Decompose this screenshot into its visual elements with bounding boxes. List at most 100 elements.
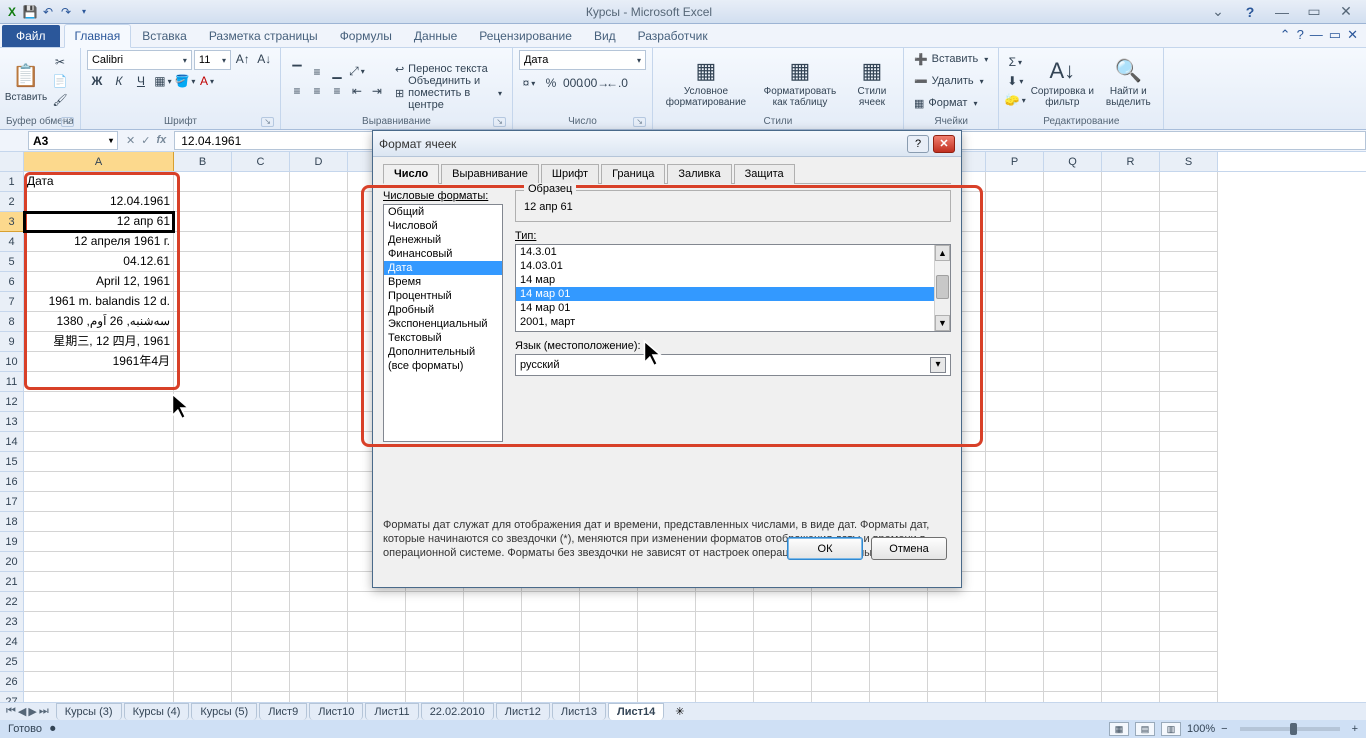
cell[interactable] (232, 352, 290, 372)
row-header[interactable]: 21 (0, 572, 23, 592)
cell[interactable] (928, 632, 986, 652)
cell[interactable] (1160, 192, 1218, 212)
cell[interactable] (174, 632, 232, 652)
category-item[interactable]: Денежный (384, 233, 502, 247)
cell[interactable] (1102, 332, 1160, 352)
cell[interactable] (290, 532, 348, 552)
cell[interactable] (928, 612, 986, 632)
cancel-entry-icon[interactable]: ✕ (126, 134, 135, 147)
minimize-ribbon-icon[interactable]: ⌄ (1206, 3, 1230, 20)
cell[interactable]: سه‌شنبه, 26 اَوم, 1380 (24, 312, 174, 332)
cell[interactable] (696, 652, 754, 672)
cell[interactable] (1044, 312, 1102, 332)
cell[interactable] (290, 612, 348, 632)
cell[interactable] (290, 652, 348, 672)
cell[interactable] (928, 672, 986, 692)
undo-icon[interactable]: ↶ (40, 4, 56, 20)
cell[interactable] (406, 652, 464, 672)
category-item[interactable]: (все форматы) (384, 359, 502, 373)
cell[interactable] (174, 612, 232, 632)
cell[interactable] (638, 612, 696, 632)
category-item[interactable]: Дата (384, 261, 502, 275)
cell[interactable] (1160, 612, 1218, 632)
sort-filter-button[interactable]: A↓ Сортировка и фильтр (1029, 54, 1095, 108)
cell[interactable] (174, 232, 232, 252)
row-header[interactable]: 18 (0, 512, 23, 532)
tab-home[interactable]: Главная (64, 24, 132, 48)
type-item[interactable]: 14.03.01 (516, 259, 950, 273)
ribbon-min-icon[interactable]: ⌃ (1280, 27, 1291, 43)
cell[interactable] (232, 652, 290, 672)
cell[interactable] (290, 472, 348, 492)
formatpainter-icon[interactable]: 🖌 (50, 91, 70, 109)
cell[interactable] (290, 452, 348, 472)
cell[interactable] (1160, 492, 1218, 512)
sheet-tab[interactable]: Курсы (4) (124, 703, 190, 720)
cell[interactable] (638, 592, 696, 612)
cell[interactable] (232, 172, 290, 192)
delete-cells-button[interactable]: ➖Удалить (910, 71, 992, 91)
bold-icon[interactable]: Ж (87, 72, 107, 90)
cell[interactable] (638, 672, 696, 692)
cell[interactable] (812, 612, 870, 632)
ribbon-opt-icon[interactable]: — (1310, 27, 1323, 43)
cell[interactable] (986, 592, 1044, 612)
cell[interactable] (290, 672, 348, 692)
cell[interactable] (24, 592, 174, 612)
category-item[interactable]: Числовой (384, 219, 502, 233)
cell[interactable] (348, 672, 406, 692)
close-icon[interactable]: ✕ (1334, 3, 1358, 20)
cell[interactable]: 12.04.1961 (24, 192, 174, 212)
column-header[interactable]: S (1160, 152, 1218, 171)
row-header[interactable]: 6 (0, 272, 23, 292)
row-header[interactable]: 5 (0, 252, 23, 272)
cell[interactable] (232, 592, 290, 612)
cell[interactable] (174, 332, 232, 352)
cell[interactable] (986, 212, 1044, 232)
scroll-up-icon[interactable]: ▲ (935, 245, 950, 261)
cell[interactable] (406, 612, 464, 632)
category-item[interactable]: Дробный (384, 303, 502, 317)
row-header[interactable]: 22 (0, 592, 23, 612)
font-color-icon[interactable]: A (197, 72, 217, 90)
cell[interactable] (1102, 392, 1160, 412)
cell[interactable] (1102, 552, 1160, 572)
cell[interactable] (1102, 632, 1160, 652)
sheet-tab[interactable]: Лист14 (608, 703, 664, 720)
row-header[interactable]: 13 (0, 412, 23, 432)
cell[interactable] (348, 612, 406, 632)
cell[interactable] (174, 412, 232, 432)
cell[interactable] (464, 632, 522, 652)
zoom-in-icon[interactable]: + (1352, 723, 1358, 735)
ribbon-win-icon[interactable]: ▭ (1329, 27, 1341, 43)
type-item[interactable]: 14 мар (516, 273, 950, 287)
sheet-tab[interactable]: Лист9 (259, 703, 307, 720)
indent-inc-icon[interactable]: ⇥ (367, 82, 387, 100)
fill-color-icon[interactable]: 🪣 (175, 72, 195, 90)
cell[interactable] (174, 372, 232, 392)
cell[interactable] (638, 652, 696, 672)
cell[interactable] (24, 412, 174, 432)
cell[interactable] (1044, 492, 1102, 512)
cell[interactable] (348, 632, 406, 652)
cell[interactable] (870, 652, 928, 672)
cell[interactable] (696, 592, 754, 612)
cell[interactable] (290, 552, 348, 572)
cut-icon[interactable]: ✂ (50, 53, 70, 71)
cell[interactable] (232, 432, 290, 452)
cell[interactable] (580, 632, 638, 652)
cell[interactable] (464, 592, 522, 612)
cell[interactable] (522, 632, 580, 652)
cell[interactable] (290, 232, 348, 252)
cell[interactable] (174, 212, 232, 232)
cell[interactable] (174, 432, 232, 452)
cell[interactable] (232, 412, 290, 432)
grow-font-icon[interactable]: A↑ (233, 50, 252, 68)
row-header[interactable]: 19 (0, 532, 23, 552)
cell[interactable] (232, 212, 290, 232)
row-header[interactable]: 15 (0, 452, 23, 472)
tab-insert[interactable]: Вставка (131, 24, 198, 47)
cell[interactable] (24, 532, 174, 552)
lang-select[interactable]: русский ▾ (515, 354, 951, 376)
minimize-icon[interactable]: — (1270, 4, 1294, 20)
